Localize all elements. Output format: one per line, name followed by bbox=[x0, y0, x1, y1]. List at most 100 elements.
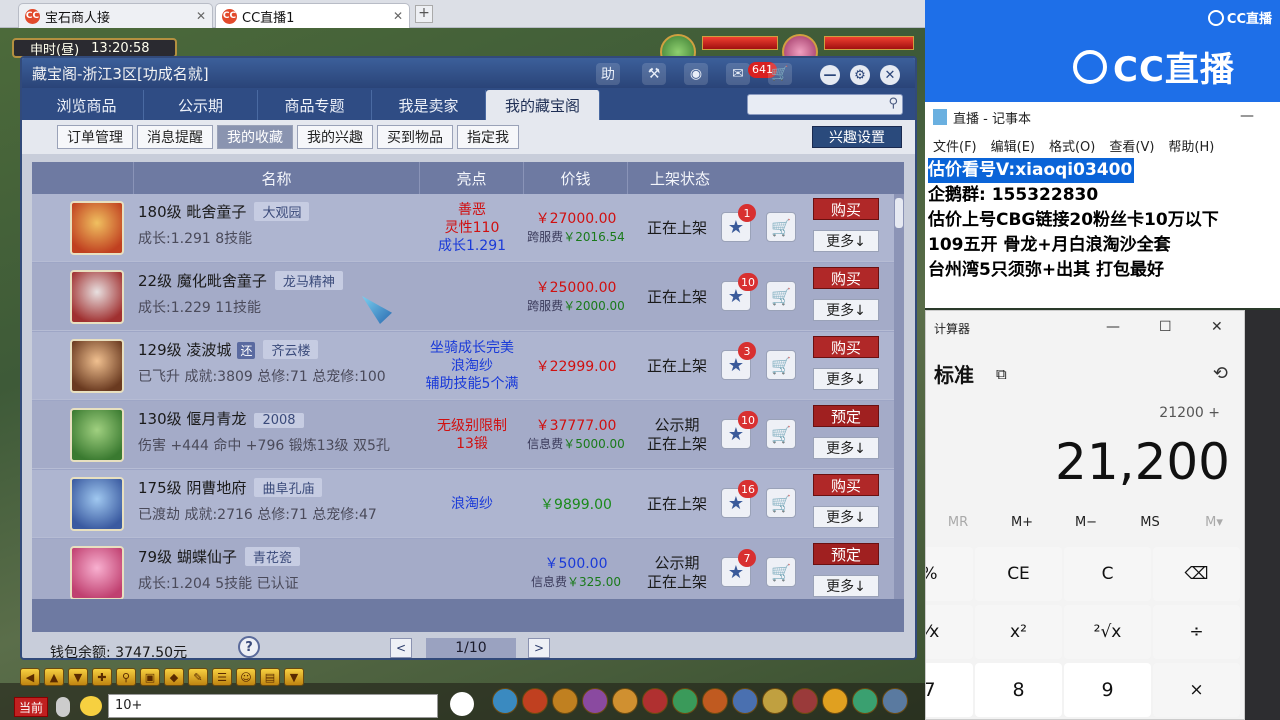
skill-icon[interactable] bbox=[882, 688, 908, 714]
buy-button[interactable]: 预定 bbox=[813, 543, 879, 565]
menu-view[interactable]: 查看(V) bbox=[1109, 136, 1154, 155]
arrow-down-icon[interactable]: ▼ bbox=[68, 668, 88, 686]
cart-icon[interactable]: 🛒 bbox=[766, 419, 796, 449]
more-button[interactable]: 更多↓ bbox=[813, 575, 879, 597]
multiply-button[interactable]: × bbox=[1153, 663, 1240, 717]
digit-8-button[interactable]: 8 bbox=[975, 663, 1062, 717]
skill-icon[interactable] bbox=[642, 688, 668, 714]
minimize-icon[interactable]: — bbox=[1106, 319, 1120, 335]
keep-on-top-icon[interactable]: ⧉ bbox=[996, 365, 1007, 383]
gear-icon[interactable]: ⚙ bbox=[850, 65, 870, 85]
notepad-text-area[interactable]: 估价看号V:xiaoqi03400 企鹅群: 155322830 估价上号CBG… bbox=[925, 158, 1280, 283]
cart-icon[interactable]: 🛒 bbox=[766, 281, 796, 311]
help-button[interactable]: ? bbox=[238, 636, 260, 658]
maximize-icon[interactable]: ☐ bbox=[1159, 319, 1172, 335]
buy-button[interactable]: 预定 bbox=[813, 405, 879, 427]
memory-list-button[interactable]: M▾ bbox=[1182, 515, 1244, 530]
memory-subtract-button[interactable]: M− bbox=[1054, 515, 1118, 530]
minimize-icon[interactable]: — bbox=[1240, 108, 1254, 124]
pet-icon[interactable] bbox=[450, 692, 474, 716]
skill-icon[interactable] bbox=[762, 688, 788, 714]
skill-icon[interactable] bbox=[492, 688, 518, 714]
search-icon[interactable]: ⚲ bbox=[888, 96, 898, 111]
skill-icon[interactable] bbox=[732, 688, 758, 714]
channel-current-button[interactable]: 当前 bbox=[14, 697, 48, 717]
more-button[interactable]: 更多↓ bbox=[813, 299, 879, 321]
item-title[interactable]: 175级 阴曹地府 曲阜孔庙 bbox=[138, 477, 323, 498]
subtab-assigned-to-me[interactable]: 指定我 bbox=[457, 125, 519, 149]
message-icon[interactable]: ✉ bbox=[726, 63, 750, 85]
table-row[interactable]: 175级 阴曹地府 曲阜孔庙 已渡劫 成就:2716 总修:71 总宠修:47 浪淘纱… bbox=[32, 470, 894, 538]
subtab-orders[interactable]: 订单管理 bbox=[57, 125, 133, 149]
skill-icon[interactable] bbox=[612, 688, 638, 714]
browser-tab-cc-live[interactable]: CC CC直播1 ✕ bbox=[215, 3, 410, 28]
clear-entry-button[interactable]: CE bbox=[975, 547, 1062, 601]
close-icon[interactable]: ✕ bbox=[196, 9, 206, 23]
more-button[interactable]: 更多↓ bbox=[813, 506, 879, 528]
subtab-notifications[interactable]: 消息提醒 bbox=[137, 125, 213, 149]
tab-seller[interactable]: 我是卖家 bbox=[372, 90, 486, 120]
digit-9-button[interactable]: 9 bbox=[1064, 663, 1151, 717]
skill-icon[interactable] bbox=[702, 688, 728, 714]
table-row[interactable]: 129级 凌波城还齐云楼 已飞升 成就:3809 总修:71 总宠修:100 坐骑成… bbox=[32, 332, 894, 400]
buy-button[interactable]: 购买 bbox=[813, 198, 879, 220]
item-title[interactable]: 130级 偃月青龙 2008 bbox=[138, 408, 304, 429]
memory-add-button[interactable]: M+ bbox=[990, 515, 1054, 530]
menu-icon[interactable]: ▤ bbox=[260, 668, 280, 686]
table-row[interactable]: 22级 魔化毗舍童子 龙马精神 成长:1.229 11技能 ￥25000.00 跨服费￥… bbox=[32, 263, 894, 331]
skill-icon[interactable] bbox=[792, 688, 818, 714]
item-title[interactable]: 129级 凌波城还齐云楼 bbox=[138, 339, 319, 360]
cart-icon[interactable]: 🛒 bbox=[766, 350, 796, 380]
face-icon[interactable]: ☺ bbox=[236, 668, 256, 686]
move-icon[interactable]: ✚ bbox=[92, 668, 112, 686]
skill-icon[interactable] bbox=[552, 688, 578, 714]
memory-recall-button[interactable]: MR bbox=[926, 515, 990, 530]
minimize-icon[interactable]: — bbox=[820, 65, 840, 85]
record-icon[interactable]: ◉ bbox=[684, 63, 708, 85]
divide-button[interactable]: ÷ bbox=[1153, 605, 1240, 659]
menu-help[interactable]: 帮助(H) bbox=[1168, 136, 1214, 155]
reciprocal-button[interactable]: ¹⁄x bbox=[926, 605, 973, 659]
subtab-my-interests[interactable]: 我的兴趣 bbox=[297, 125, 373, 149]
subtab-my-favorites[interactable]: 我的收藏 bbox=[217, 125, 293, 149]
square-button[interactable]: x² bbox=[975, 605, 1062, 659]
history-icon[interactable]: ⟲ bbox=[1213, 363, 1228, 384]
close-icon[interactable]: ✕ bbox=[1211, 319, 1223, 335]
menu-format[interactable]: 格式(O) bbox=[1049, 136, 1095, 155]
lock-icon[interactable]: ▣ bbox=[140, 668, 160, 686]
skill-icon[interactable] bbox=[852, 688, 878, 714]
sqrt-button[interactable]: ²√x bbox=[1064, 605, 1151, 659]
cart-icon[interactable]: 🛒 bbox=[768, 63, 792, 85]
cart-icon[interactable]: 🛒 bbox=[766, 488, 796, 518]
buy-button[interactable]: 购买 bbox=[813, 474, 879, 496]
memory-store-button[interactable]: MS bbox=[1118, 515, 1182, 530]
emoji-icon[interactable] bbox=[80, 696, 102, 716]
item-avatar[interactable] bbox=[70, 201, 124, 255]
interest-settings-button[interactable]: 兴趣设置 bbox=[812, 126, 902, 148]
cart-icon[interactable]: 🛒 bbox=[766, 212, 796, 242]
backspace-icon[interactable]: ⌫ bbox=[1153, 547, 1240, 601]
arrow-left-icon[interactable]: ◀ bbox=[20, 668, 40, 686]
skill-icon[interactable] bbox=[822, 688, 848, 714]
assistant-button[interactable]: 助 bbox=[596, 63, 620, 85]
new-tab-button[interactable]: + bbox=[415, 5, 433, 23]
menu-edit[interactable]: 编辑(E) bbox=[991, 136, 1035, 155]
chat-input[interactable]: 10+ bbox=[108, 694, 438, 718]
scrollbar-thumb[interactable] bbox=[895, 198, 903, 228]
item-avatar[interactable] bbox=[70, 546, 124, 599]
brush-icon[interactable]: ✎ bbox=[188, 668, 208, 686]
tab-my-pavilion[interactable]: 我的藏宝阁 bbox=[486, 90, 600, 120]
buy-button[interactable]: 购买 bbox=[813, 267, 879, 289]
percent-button[interactable]: % bbox=[926, 547, 973, 601]
close-icon[interactable]: ✕ bbox=[880, 65, 900, 85]
bag-icon[interactable]: ◆ bbox=[164, 668, 184, 686]
hammer-icon[interactable]: ⚒ bbox=[642, 63, 666, 85]
skill-icon[interactable] bbox=[582, 688, 608, 714]
arrow-up-icon[interactable]: ▲ bbox=[44, 668, 64, 686]
subtab-purchased[interactable]: 买到物品 bbox=[377, 125, 453, 149]
table-row[interactable]: 130级 偃月青龙 2008 伤害 +444 命中 +796 锻炼13级 双5孔 无级… bbox=[32, 401, 894, 469]
search-input[interactable]: ⚲ bbox=[747, 94, 903, 115]
more-button[interactable]: 更多↓ bbox=[813, 368, 879, 390]
chat-icon[interactable]: ☰ bbox=[212, 668, 232, 686]
menu-file[interactable]: 文件(F) bbox=[933, 136, 977, 155]
